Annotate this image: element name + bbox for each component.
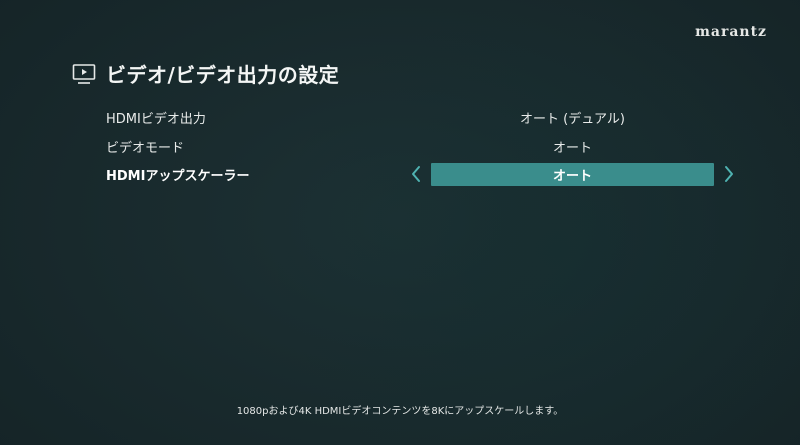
setting-row-hdmi-upscaler[interactable]: HDMIアップスケーラー オート	[0, 163, 800, 187]
setting-label: ビデオモード	[106, 141, 185, 156]
setting-label: HDMIアップスケーラー	[106, 169, 250, 184]
setting-row-hdmi-video-output[interactable]: HDMIビデオ出力 オート (デュアル)	[0, 106, 800, 130]
tv-screen-icon	[72, 63, 96, 84]
setting-value: オート	[552, 141, 592, 156]
setting-label: HDMIビデオ出力	[106, 112, 206, 127]
setting-row-video-mode[interactable]: ビデオモード オート	[0, 135, 800, 159]
page-title: ビデオ/ビデオ出力の設定	[106, 63, 340, 87]
chevron-left-icon[interactable]	[409, 164, 423, 184]
setting-value: オート	[552, 169, 592, 184]
brand-logo: marantz	[695, 24, 767, 40]
chevron-right-icon[interactable]	[722, 164, 736, 184]
help-text: 1080pおよび4K HDMIビデオコンテンツを8Kにアップスケールします。	[236, 406, 564, 417]
setting-value: オート (デュアル)	[520, 112, 625, 127]
page-header: ビデオ/ビデオ出力の設定	[72, 59, 339, 88]
